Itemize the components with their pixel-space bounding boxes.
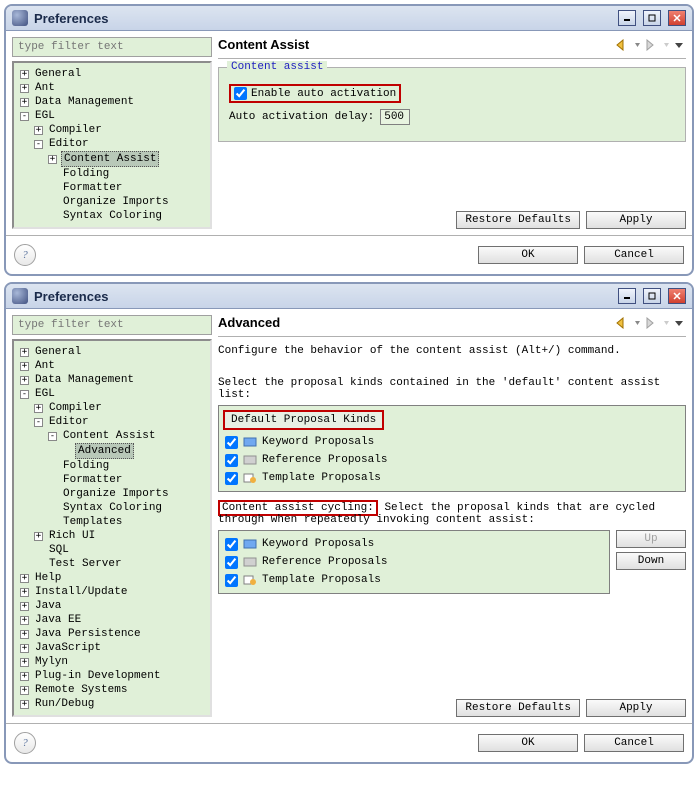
cancel-button[interactable]: Cancel <box>584 734 684 752</box>
forward-menu-icon[interactable] <box>661 38 672 52</box>
window-title: Preferences <box>34 289 611 304</box>
back-icon[interactable] <box>614 316 632 330</box>
reference-checkbox[interactable] <box>225 454 238 467</box>
cancel-button[interactable]: Cancel <box>584 246 684 264</box>
content-assist-group: Content assist Enable auto activation Au… <box>218 67 686 142</box>
nav-arrows <box>614 38 686 52</box>
group-legend: Content assist <box>227 61 327 73</box>
view-menu-icon[interactable] <box>672 316 686 330</box>
page-title: Content Assist <box>218 37 614 52</box>
close-button[interactable] <box>668 288 686 304</box>
delay-label: Auto activation delay: <box>229 111 374 123</box>
forward-icon[interactable] <box>643 316 661 330</box>
list-item[interactable]: Template Proposals <box>223 469 681 487</box>
tree-item-content-assist[interactable]: Content Assist <box>61 151 159 167</box>
preferences-window-1: Preferences +General +Ant +Data Manageme… <box>4 4 694 276</box>
description-text: Configure the behavior of the content as… <box>218 345 686 357</box>
cycling-reference-checkbox[interactable] <box>225 556 238 569</box>
tree-item-advanced[interactable]: Advanced <box>75 443 134 459</box>
template-checkbox[interactable] <box>225 472 238 485</box>
close-button[interactable] <box>668 10 686 26</box>
enable-auto-activation-label: Enable auto activation <box>251 88 396 100</box>
ok-button[interactable]: OK <box>478 246 578 264</box>
reference-icon <box>242 452 258 468</box>
back-menu-icon[interactable] <box>632 38 643 52</box>
cycling-keyword-checkbox[interactable] <box>225 538 238 551</box>
nav-arrows <box>614 316 686 330</box>
help-icon[interactable]: ? <box>14 244 36 266</box>
left-panel: +General +Ant +Data Management -EGL +Com… <box>12 315 212 717</box>
right-panel: Content Assist Content assist Enable aut… <box>218 37 686 229</box>
list-item[interactable]: Keyword Proposals <box>223 535 605 553</box>
help-icon[interactable]: ? <box>14 732 36 754</box>
default-proposals-list: Default Proposal Kinds Keyword Proposals… <box>218 405 686 492</box>
apply-button[interactable]: Apply <box>586 211 686 229</box>
cycling-template-checkbox[interactable] <box>225 574 238 587</box>
forward-icon[interactable] <box>643 38 661 52</box>
preferences-tree[interactable]: +General +Ant +Data Management -EGL +Com… <box>16 345 208 711</box>
right-panel: Advanced Configure the behavior of the c… <box>218 315 686 717</box>
eclipse-icon <box>12 10 28 26</box>
filter-input[interactable] <box>12 37 212 57</box>
titlebar[interactable]: Preferences <box>6 6 692 31</box>
apply-button[interactable]: Apply <box>586 699 686 717</box>
minimize-button[interactable] <box>618 288 636 304</box>
keyword-icon <box>242 434 258 450</box>
expand-icon[interactable]: + <box>34 126 43 135</box>
list-item[interactable]: Template Proposals <box>223 571 605 589</box>
keyword-checkbox[interactable] <box>225 436 238 449</box>
preferences-window-2: Preferences +General +Ant +Data Manageme… <box>4 282 694 764</box>
restore-defaults-button[interactable]: Restore Defaults <box>456 211 580 229</box>
maximize-button[interactable] <box>643 288 661 304</box>
back-icon[interactable] <box>614 38 632 52</box>
expand-icon[interactable]: + <box>20 70 29 79</box>
list-item[interactable]: Reference Proposals <box>223 451 681 469</box>
default-list-label: Select the proposal kinds contained in t… <box>218 377 686 401</box>
titlebar[interactable]: Preferences <box>6 284 692 309</box>
template-icon <box>242 572 258 588</box>
default-proposals-header: Default Proposal Kinds <box>223 410 384 430</box>
window-title: Preferences <box>34 11 611 26</box>
page-title: Advanced <box>218 315 614 330</box>
expand-icon[interactable]: + <box>20 84 29 93</box>
down-button[interactable]: Down <box>616 552 686 570</box>
cycling-proposals-list: Keyword Proposals Reference Proposals Te… <box>218 530 610 594</box>
preferences-tree[interactable]: +General +Ant +Data Management -EGL +Com… <box>16 67 208 223</box>
collapse-icon[interactable]: - <box>20 112 29 121</box>
expand-icon[interactable]: + <box>48 155 57 164</box>
forward-menu-icon[interactable] <box>661 316 672 330</box>
delay-input[interactable] <box>380 109 410 125</box>
reference-icon <box>242 554 258 570</box>
maximize-button[interactable] <box>643 10 661 26</box>
eclipse-icon <box>12 288 28 304</box>
template-icon <box>242 470 258 486</box>
keyword-icon <box>242 536 258 552</box>
expand-icon[interactable]: + <box>20 98 29 107</box>
minimize-button[interactable] <box>618 10 636 26</box>
restore-defaults-button[interactable]: Restore Defaults <box>456 699 580 717</box>
up-button[interactable]: Up <box>616 530 686 548</box>
list-item[interactable]: Keyword Proposals <box>223 433 681 451</box>
list-item[interactable]: Reference Proposals <box>223 553 605 571</box>
enable-auto-activation-highlight: Enable auto activation <box>229 84 401 103</box>
ok-button[interactable]: OK <box>478 734 578 752</box>
cycling-label-row: Content assist cycling: Select the propo… <box>218 502 686 526</box>
back-menu-icon[interactable] <box>632 316 643 330</box>
enable-auto-activation-checkbox[interactable] <box>234 87 247 100</box>
filter-input[interactable] <box>12 315 212 335</box>
collapse-icon[interactable]: - <box>34 140 43 149</box>
left-panel: +General +Ant +Data Management -EGL +Com… <box>12 37 212 229</box>
view-menu-icon[interactable] <box>672 38 686 52</box>
